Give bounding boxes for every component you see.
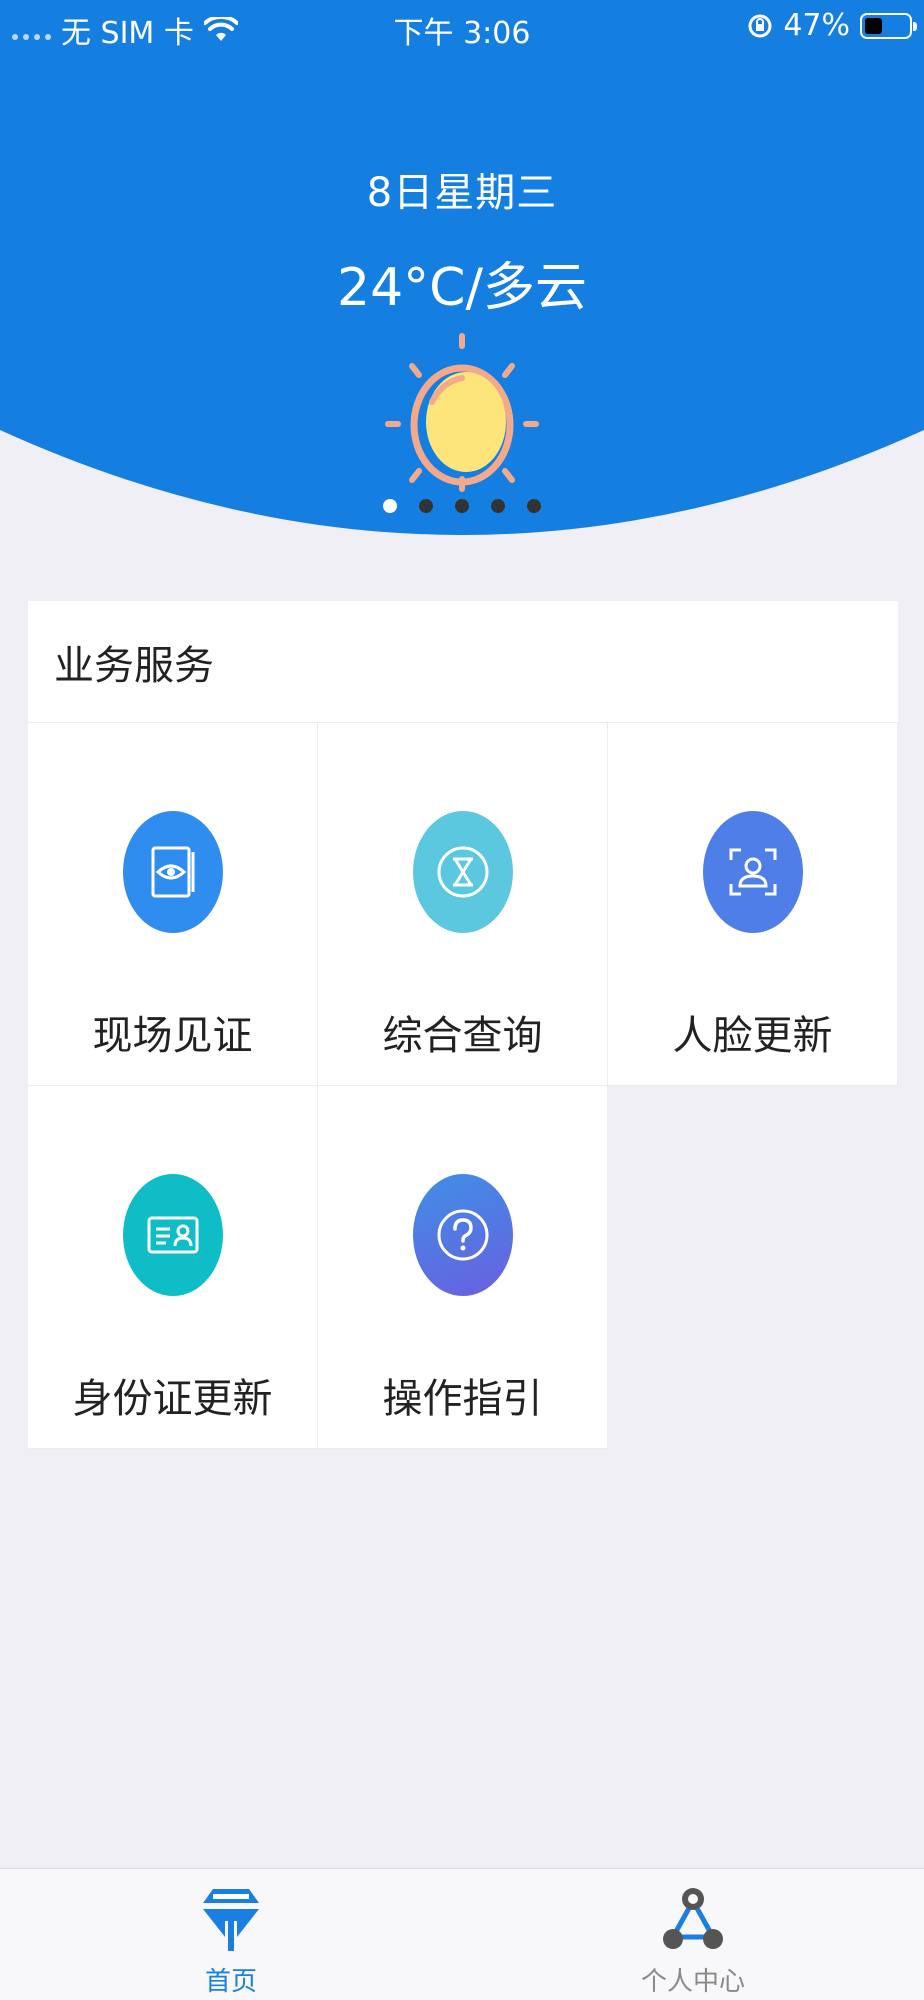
pager-dot[interactable] <box>455 499 469 513</box>
weather-pager[interactable] <box>0 499 924 513</box>
pager-dot[interactable] <box>491 499 505 513</box>
pager-dot[interactable] <box>383 499 397 513</box>
battery-percent: 47% <box>783 8 850 43</box>
eye-document-icon <box>123 811 223 933</box>
sun-icon <box>385 333 539 492</box>
tab-label: 个人中心 <box>640 1967 745 1997</box>
weather-date: 8日星期三 <box>366 170 558 216</box>
services-grid: 现场见证 综合查询 人脸更新 身份证更新 操作指引 <box>28 723 898 1449</box>
services-header: 业务服务 <box>28 601 898 723</box>
service-label: 人脸更新 <box>672 1013 833 1059</box>
home-icon <box>203 1889 259 1951</box>
tab-profile[interactable]: 个人中心 <box>462 1869 924 2000</box>
service-general-query[interactable]: 综合查询 <box>318 723 608 1086</box>
service-face-update[interactable]: 人脸更新 <box>608 723 898 1086</box>
weather-header: 无 SIM 卡 下午 3:06 47% 8日星期三 24°C/多云 <box>0 0 924 545</box>
weather-summary: 24°C/多云 <box>337 258 587 318</box>
tab-home[interactable]: 首页 <box>0 1869 462 2000</box>
question-icon <box>413 1174 513 1296</box>
id-card-icon <box>123 1174 223 1296</box>
service-on-site-witness[interactable]: 现场见证 <box>28 723 318 1086</box>
tab-label: 首页 <box>204 1967 257 1997</box>
pager-dot[interactable] <box>419 499 433 513</box>
rotation-lock-icon <box>748 14 772 37</box>
service-label: 操作指引 <box>382 1376 543 1422</box>
profile-icon <box>663 1888 723 1949</box>
tab-bar: 首页 个人中心 <box>0 1868 924 2000</box>
services-card: 业务服务 现场见证 综合查询 人脸更新 身份证更新 操作指引 <box>28 601 898 1449</box>
service-label: 综合查询 <box>382 1013 543 1059</box>
service-label: 身份证更新 <box>72 1376 273 1422</box>
status-bar: 无 SIM 卡 下午 3:06 47% <box>0 0 924 54</box>
services-title: 业务服务 <box>54 642 214 689</box>
service-operation-guide[interactable]: 操作指引 <box>318 1086 608 1449</box>
service-id-card-update[interactable]: 身份证更新 <box>28 1086 318 1449</box>
service-label: 现场见证 <box>92 1013 253 1059</box>
pager-dot[interactable] <box>527 499 541 513</box>
hourglass-icon <box>413 811 513 933</box>
battery-icon <box>860 12 917 39</box>
face-scan-icon <box>703 811 803 933</box>
